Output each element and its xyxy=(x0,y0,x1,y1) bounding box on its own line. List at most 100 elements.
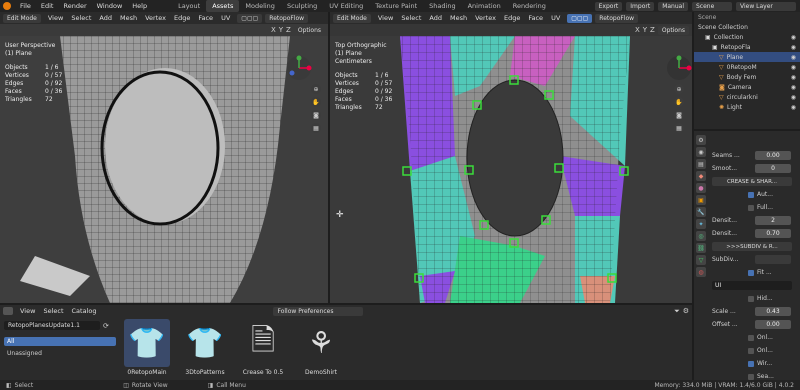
refresh-icon[interactable]: ⟳ xyxy=(103,322,109,330)
asset-item[interactable]: 🗎 Crease To 0.5 xyxy=(240,319,286,377)
menu-uv[interactable]: UV xyxy=(217,14,234,22)
outliner-item[interactable]: ◙ Camera ◉ xyxy=(694,82,800,92)
viewport-left[interactable]: Edit Mode View Select Add Mesh Vertex Edge Fac… xyxy=(0,12,328,303)
library-dropdown[interactable]: RetopoPlanesUpdate1.1 xyxy=(4,321,100,330)
particles-tab-icon[interactable]: ✦ xyxy=(696,219,706,229)
outliner-item[interactable]: ▣ RetopoFla ◉ xyxy=(694,42,800,52)
camera-icon[interactable]: ◙ xyxy=(674,110,684,120)
menu-select[interactable]: Select xyxy=(397,14,425,22)
visibility-eye-icon[interactable]: ◉ xyxy=(791,64,796,71)
menu-edge[interactable]: Edge xyxy=(500,14,524,22)
mode-selector[interactable]: Edit Mode xyxy=(333,13,371,23)
crease-sharp-button[interactable]: CREASE & SHAR... xyxy=(712,177,792,186)
mirror-x[interactable]: X xyxy=(635,26,640,34)
seams-field[interactable]: 0.00 xyxy=(755,151,791,160)
pan-hand-icon[interactable]: ✋ xyxy=(311,97,321,107)
menu-help[interactable]: Help xyxy=(127,0,152,12)
only-checkbox-2[interactable] xyxy=(748,347,754,354)
data-tab-icon[interactable]: ▽ xyxy=(696,255,706,265)
mirror-z[interactable]: Z xyxy=(650,26,655,34)
axis-gizmo-icon[interactable] xyxy=(666,55,692,81)
menu-vertex[interactable]: Vertex xyxy=(141,14,170,22)
menu-face[interactable]: Face xyxy=(524,14,547,22)
constraints-tab-icon[interactable]: ⛓ xyxy=(696,243,706,253)
import-method-dropdown[interactable]: Follow Preferences xyxy=(273,306,364,316)
menu-mesh[interactable]: Mesh xyxy=(446,14,471,22)
view-layer-selector[interactable]: View Layer xyxy=(736,1,796,11)
menu-uv[interactable]: UV xyxy=(547,14,564,22)
menu-view[interactable]: View xyxy=(374,14,397,22)
tab-uv-editing[interactable]: UV Editing xyxy=(323,0,369,12)
scale-field[interactable]: 0.43 xyxy=(755,307,791,316)
physics-tab-icon[interactable]: ◎ xyxy=(696,231,706,241)
scene-selector[interactable]: Scene xyxy=(692,1,732,11)
menu-edge[interactable]: Edge xyxy=(170,14,194,22)
smooth-field[interactable]: 0 xyxy=(755,164,791,173)
menu-mesh[interactable]: Mesh xyxy=(116,14,141,22)
menu-catalog[interactable]: Catalog xyxy=(68,307,101,315)
visibility-eye-icon[interactable]: ◉ xyxy=(791,104,796,111)
menu-view[interactable]: View xyxy=(44,14,67,22)
render-tab-icon[interactable]: ◉ xyxy=(696,147,706,157)
select-mode-buttons[interactable]: ▢▢▢ xyxy=(237,13,263,23)
density-field[interactable]: 0.70 xyxy=(755,229,791,238)
only-checkbox[interactable] xyxy=(748,334,754,341)
world-tab-icon[interactable]: ● xyxy=(696,183,706,193)
camera-icon[interactable]: ◙ xyxy=(311,110,321,120)
auto-checkbox[interactable] xyxy=(748,191,754,198)
seam-checkbox[interactable] xyxy=(748,373,754,380)
visibility-eye-icon[interactable]: ◉ xyxy=(791,54,796,61)
axis-gizmo-icon[interactable] xyxy=(286,55,312,81)
tool-tab-icon[interactable]: ⚙ xyxy=(696,135,706,145)
options-dropdown[interactable]: Options xyxy=(293,25,325,35)
visibility-eye-icon[interactable]: ◉ xyxy=(791,94,796,101)
outliner-item[interactable]: ▣ Collection ◉ xyxy=(694,32,800,42)
object-tab-icon[interactable]: ▣ xyxy=(696,195,706,205)
import-button[interactable]: Import xyxy=(626,1,655,11)
grid-icon[interactable]: ▦ xyxy=(311,123,321,133)
menu-window[interactable]: Window xyxy=(92,0,128,12)
menu-add[interactable]: Add xyxy=(95,14,116,22)
uv-name-field[interactable]: UI xyxy=(712,281,792,290)
menu-select[interactable]: Select xyxy=(39,307,67,315)
scene-tab-icon[interactable]: ◆ xyxy=(696,171,706,181)
outliner-item[interactable]: ▽ Body Fem ◉ xyxy=(694,72,800,82)
manual-button[interactable]: Manual xyxy=(658,1,688,11)
menu-render[interactable]: Render xyxy=(58,0,91,12)
tab-assets[interactable]: Assets xyxy=(206,0,240,12)
asset-item[interactable]: ⚘ DemoShirt xyxy=(298,319,344,377)
tab-layout[interactable]: Layout xyxy=(172,0,206,12)
outliner-item[interactable]: ▽ 0RetopoM ◉ xyxy=(694,62,800,72)
pan-hand-icon[interactable]: ✋ xyxy=(674,97,684,107)
menu-add[interactable]: Add xyxy=(425,14,446,22)
blender-logo-icon[interactable] xyxy=(3,2,11,10)
menu-file[interactable]: File xyxy=(15,0,36,12)
visibility-eye-icon[interactable]: ◉ xyxy=(791,44,796,51)
settings-icon[interactable]: ⚙ xyxy=(683,307,689,315)
mode-selector[interactable]: Edit Mode xyxy=(3,13,41,23)
mirror-y[interactable]: Y xyxy=(643,26,647,34)
offset-field[interactable]: 0.00 xyxy=(755,320,791,329)
tab-texture-paint[interactable]: Texture Paint xyxy=(369,0,423,12)
material-tab-icon[interactable]: ◍ xyxy=(696,267,706,277)
mirror-y[interactable]: Y xyxy=(279,26,283,34)
zoom-icon[interactable]: ⊕ xyxy=(674,84,684,94)
viewport-right[interactable]: Edit Mode View Select Add Mesh Vertex Edge Fac… xyxy=(330,12,692,303)
tab-rendering[interactable]: Rendering xyxy=(507,0,552,12)
retopoflow-button[interactable]: RetopoFlow xyxy=(595,13,639,23)
tab-sculpting[interactable]: Sculpting xyxy=(281,0,323,12)
catalog-unassigned[interactable]: Unassigned xyxy=(4,349,116,358)
density-field[interactable]: 2 xyxy=(755,216,791,225)
menu-edit[interactable]: Edit xyxy=(36,0,59,12)
mirror-z[interactable]: Z xyxy=(286,26,291,34)
asset-item[interactable]: 👕 0RetopoMain xyxy=(124,319,170,376)
outliner-item[interactable]: ▽ Plane ◉ xyxy=(694,52,800,62)
full-checkbox[interactable] xyxy=(748,204,754,211)
options-dropdown[interactable]: Options xyxy=(657,25,689,35)
tab-shading[interactable]: Shading xyxy=(423,0,461,12)
editor-type-icon[interactable] xyxy=(3,307,13,315)
subdiv-dropdown[interactable] xyxy=(755,255,791,264)
visibility-eye-icon[interactable]: ◉ xyxy=(791,84,796,91)
visibility-eye-icon[interactable]: ◉ xyxy=(791,34,796,41)
visibility-eye-icon[interactable]: ◉ xyxy=(791,74,796,81)
